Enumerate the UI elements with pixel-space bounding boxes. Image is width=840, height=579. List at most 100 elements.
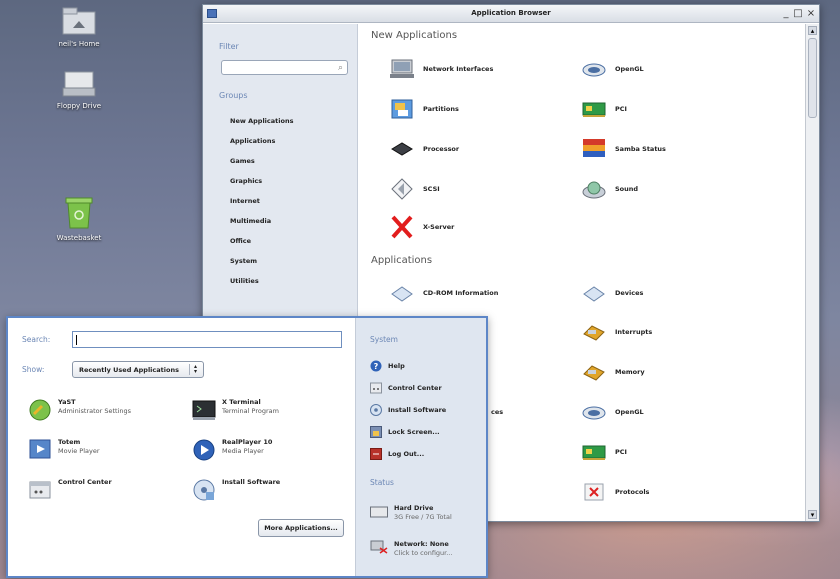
control-center-icon bbox=[28, 478, 52, 502]
realplayer-icon bbox=[192, 438, 216, 462]
app-pci-2[interactable]: PCI bbox=[581, 441, 627, 463]
app-interrupts[interactable]: Interrupts bbox=[581, 321, 652, 343]
search-icon: ⌕ bbox=[337, 63, 343, 73]
yast-icon bbox=[28, 398, 52, 422]
groups-label: Groups bbox=[219, 91, 248, 100]
network-status-icon bbox=[370, 540, 388, 554]
close-button[interactable]: × bbox=[806, 8, 816, 19]
app-sound[interactable]: Sound bbox=[581, 178, 638, 200]
app-label: X-Server bbox=[423, 223, 455, 231]
desktop-icon-home[interactable]: neil's Home bbox=[34, 6, 124, 48]
status-item-hard-drive[interactable]: Hard Drive 3G Free / 7G Total bbox=[370, 504, 452, 521]
status-item-network[interactable]: Network: None Click to configur... bbox=[370, 540, 452, 557]
opengl-icon bbox=[581, 58, 607, 80]
scsi-icon bbox=[389, 178, 415, 200]
scroll-up-arrow-icon[interactable]: ▴ bbox=[808, 26, 817, 35]
app-scsi[interactable]: SCSI bbox=[389, 178, 440, 200]
menu-app-realplayer[interactable]: RealPlayer 10 Media Player bbox=[192, 438, 272, 462]
desktop-icon-wastebasket[interactable]: Wastebasket bbox=[34, 196, 124, 242]
group-utilities[interactable]: Utilities bbox=[230, 277, 259, 285]
start-menu: Search: Show: Recently Used Applications… bbox=[6, 316, 488, 578]
system-item-control-center[interactable]: Control Center bbox=[370, 382, 442, 394]
menu-app-totem[interactable]: Totem Movie Player bbox=[28, 438, 100, 462]
more-applications-button[interactable]: More Applications... bbox=[258, 519, 344, 537]
search-label: Search: bbox=[22, 335, 51, 344]
show-dropdown[interactable]: Recently Used Applications ▴ ▾ bbox=[72, 361, 204, 378]
cdrom-icon bbox=[389, 282, 415, 304]
system-item-label: Log Out... bbox=[388, 450, 425, 458]
menu-app-name: YaST bbox=[58, 398, 76, 406]
dropdown-arrows-icon: ▴ ▾ bbox=[189, 364, 201, 375]
vertical-scrollbar[interactable]: ▴ ▾ bbox=[805, 24, 819, 521]
wastebasket-icon bbox=[65, 197, 93, 229]
scroll-down-arrow-icon[interactable]: ▾ bbox=[808, 510, 817, 519]
group-new-applications[interactable]: New Applications bbox=[230, 117, 293, 125]
app-processor[interactable]: Processor bbox=[389, 138, 459, 160]
app-devices[interactable]: Devices bbox=[581, 282, 643, 304]
app-label: Sound bbox=[615, 185, 639, 193]
show-dropdown-value: Recently Used Applications bbox=[79, 366, 179, 374]
group-applications[interactable]: Applications bbox=[230, 137, 275, 145]
pci-card-icon bbox=[581, 98, 607, 120]
app-label: PCI bbox=[615, 105, 627, 113]
section-title-new-applications: New Applications bbox=[371, 30, 458, 41]
system-label: System bbox=[370, 335, 398, 344]
section-title-applications: Applications bbox=[371, 255, 433, 266]
filter-input[interactable]: ⌕ bbox=[221, 60, 348, 75]
menu-app-control-center[interactable]: Control Center bbox=[28, 478, 112, 502]
devices-icon bbox=[581, 282, 607, 304]
app-pci[interactable]: PCI bbox=[581, 98, 627, 120]
app-protocols[interactable]: Protocols bbox=[581, 481, 649, 503]
status-item-title: Network: None bbox=[394, 540, 449, 548]
maximize-button[interactable]: □ bbox=[793, 8, 803, 19]
partitions-icon bbox=[389, 98, 415, 120]
interrupts-icon bbox=[581, 321, 607, 343]
group-office[interactable]: Office bbox=[230, 237, 251, 245]
window-title: Application Browser bbox=[471, 9, 551, 17]
menu-app-desc: Media Player bbox=[222, 447, 264, 455]
group-games[interactable]: Games bbox=[230, 157, 255, 165]
processor-icon bbox=[389, 138, 415, 160]
minimize-button[interactable]: _ bbox=[781, 8, 791, 19]
desktop-icon-label: Floppy Drive bbox=[56, 102, 102, 110]
opengl-icon bbox=[581, 401, 607, 423]
app-label: Protocols bbox=[615, 488, 650, 496]
group-graphics[interactable]: Graphics bbox=[230, 177, 262, 185]
memory-icon bbox=[581, 361, 607, 383]
desktop-icon-label: neil's Home bbox=[58, 40, 100, 48]
status-item-detail: Click to configur... bbox=[394, 549, 453, 557]
scrollbar-thumb[interactable] bbox=[808, 38, 817, 118]
app-partitions[interactable]: Partitions bbox=[389, 98, 459, 120]
group-multimedia[interactable]: Multimedia bbox=[230, 217, 271, 225]
app-samba-status[interactable]: Samba Status bbox=[581, 138, 666, 160]
logout-icon bbox=[370, 448, 382, 460]
menu-app-x-terminal[interactable]: X Terminal Terminal Program bbox=[192, 398, 279, 422]
network-icon bbox=[389, 58, 415, 80]
app-label: Network Interfaces bbox=[423, 65, 494, 73]
titlebar[interactable]: Application Browser _ □ × bbox=[203, 5, 819, 23]
menu-app-yast[interactable]: YaST Administrator Settings bbox=[28, 398, 131, 422]
app-opengl[interactable]: OpenGL bbox=[581, 58, 644, 80]
menu-app-install-software[interactable]: Install Software bbox=[192, 478, 280, 502]
home-folder-icon bbox=[62, 7, 96, 35]
system-item-log-out[interactable]: Log Out... bbox=[370, 448, 424, 460]
group-system[interactable]: System bbox=[230, 257, 257, 265]
app-memory[interactable]: Memory bbox=[581, 361, 645, 383]
menu-app-name: RealPlayer 10 bbox=[222, 438, 273, 446]
group-internet[interactable]: Internet bbox=[230, 197, 260, 205]
system-item-install-software[interactable]: Install Software bbox=[370, 404, 446, 416]
search-input[interactable] bbox=[72, 331, 342, 348]
desktop-icon-floppy[interactable]: Floppy Drive bbox=[34, 70, 124, 110]
protocols-icon bbox=[581, 481, 607, 503]
app-opengl-2[interactable]: OpenGL bbox=[581, 401, 644, 423]
system-item-lock-screen[interactable]: Lock Screen... bbox=[370, 426, 440, 438]
app-label: SCSI bbox=[423, 185, 440, 193]
app-network-interfaces[interactable]: Network Interfaces bbox=[389, 58, 493, 80]
control-center-icon bbox=[370, 382, 382, 394]
app-x-server[interactable]: X-Server bbox=[389, 215, 455, 239]
menu-app-name: X Terminal bbox=[222, 398, 261, 406]
app-cdrom-information[interactable]: CD-ROM Information bbox=[389, 282, 498, 304]
system-item-help[interactable]: ? Help bbox=[370, 360, 405, 372]
samba-icon bbox=[581, 138, 607, 160]
system-item-label: Install Software bbox=[388, 406, 447, 414]
